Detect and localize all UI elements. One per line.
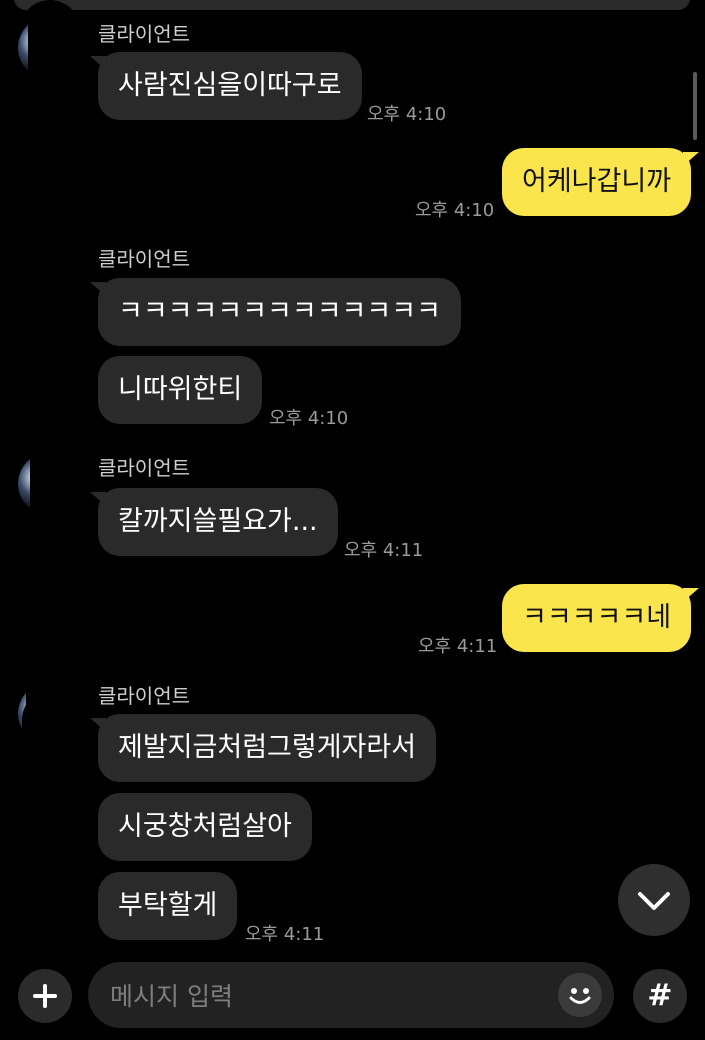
- message-text: 제발지금처럼그렇게자라서: [118, 732, 417, 763]
- message-text: 니따위한티: [118, 374, 243, 405]
- emoji-button[interactable]: [558, 973, 602, 1017]
- message-text: ㅋㅋㅋㅋㅋㅋㅋㅋㅋㅋㅋㅋㅋ: [118, 296, 441, 327]
- message-text: 칼까지쓸필요가...: [118, 506, 318, 537]
- redaction-mark: [22, 690, 84, 814]
- message-text: 사람진심을이따구로: [118, 70, 342, 101]
- message-bubble[interactable]: 시궁창처럼살아: [98, 793, 312, 861]
- attach-plus-button[interactable]: [18, 969, 72, 1023]
- message-text: 어케나갑니까: [522, 166, 672, 197]
- chevron-down-icon: [638, 892, 670, 910]
- sender-name: 클라이언트: [98, 456, 190, 480]
- message-time: 오후 4:10: [367, 104, 447, 125]
- hashtag-icon: #: [647, 978, 673, 1013]
- scrollbar-thumb[interactable]: [693, 72, 697, 140]
- sender-avatar[interactable]: [18, 452, 84, 514]
- sender-name: 클라이언트: [98, 22, 190, 46]
- message-bubble[interactable]: ㅋㅋㅋㅋㅋㅋㅋㅋㅋㅋㅋㅋㅋ: [90, 278, 461, 346]
- message-text: 시궁창처럼살아: [118, 811, 292, 842]
- sender-avatar[interactable]: [18, 16, 84, 78]
- message-time: 오후 4:11: [344, 540, 424, 561]
- redaction-mark: [30, 452, 84, 514]
- scroll-to-bottom-button[interactable]: [618, 864, 690, 936]
- smiley-icon: [569, 988, 591, 1004]
- message-time: 오후 4:11: [245, 924, 325, 945]
- message-time: 오후 4:11: [418, 636, 498, 657]
- message-time: 오후 4:10: [415, 200, 495, 221]
- message-bubble[interactable]: 제발지금처럼그렇게자라서: [89, 714, 437, 782]
- message-input-container[interactable]: [88, 962, 614, 1030]
- message-text: ㅋㅋㅋㅋㅋ네: [522, 602, 672, 633]
- hashtag-button[interactable]: #: [633, 969, 687, 1023]
- previous-message-edge: [14, 0, 690, 10]
- message-bubble[interactable]: ㅋㅋㅋㅋㅋ네: [502, 584, 700, 652]
- sender-name: 클라이언트: [98, 247, 190, 271]
- sender-name: 클라이언트: [98, 684, 190, 708]
- redaction-mark: [28, 16, 84, 78]
- message-text: 부탁할게: [118, 890, 218, 921]
- message-bubble[interactable]: 니따위한티: [98, 356, 263, 424]
- message-bubble[interactable]: 부탁할게: [98, 872, 238, 940]
- message-input[interactable]: [108, 962, 552, 1030]
- message-bubble[interactable]: 칼까지쓸필요가...: [90, 488, 338, 556]
- message-time: 오후 4:10: [269, 408, 349, 429]
- message-bubble[interactable]: 어케나갑니까: [502, 148, 700, 216]
- message-bubble[interactable]: 사람진심을이따구로: [90, 52, 362, 120]
